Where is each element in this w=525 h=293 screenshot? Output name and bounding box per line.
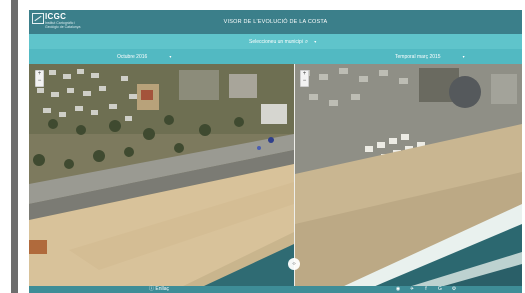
- twitter-icon[interactable]: ✈: [408, 286, 416, 293]
- google-plus-icon[interactable]: G: [436, 286, 444, 293]
- aerial-imagery: [29, 64, 522, 293]
- left-aerial-image: [29, 64, 294, 293]
- zoom-out-button[interactable]: −: [301, 78, 308, 85]
- map-compare-view[interactable]: + − + − ‹›: [29, 64, 522, 293]
- app-header: ICGC Institut Cartogràfic i Geològic de …: [29, 10, 522, 34]
- footer-link[interactable]: ⓘ Enllaç: [149, 286, 169, 293]
- date-compare-bar: Octubre 2016 ▾ Temporal març 2015 ▾: [29, 49, 522, 64]
- municipi-bar: Seleccioneu un municipi ⌕ ▾: [29, 34, 522, 49]
- right-date-dropdown[interactable]: Temporal març 2015 ▾: [395, 52, 465, 61]
- right-date-label: Temporal març 2015: [395, 54, 441, 60]
- zoom-in-button[interactable]: +: [36, 71, 43, 78]
- zoom-out-button[interactable]: −: [36, 78, 43, 85]
- right-zoom-control: + −: [300, 70, 309, 87]
- chevron-down-icon: ▾: [462, 54, 465, 59]
- zoom-in-button[interactable]: +: [301, 71, 308, 78]
- facebook-icon[interactable]: f: [422, 286, 430, 293]
- app-footer: ⓘ Enllaç ◉ ✈ f G ⚙: [29, 286, 522, 293]
- swipe-handle-icon[interactable]: ‹›: [288, 258, 300, 270]
- left-date-dropdown[interactable]: Octubre 2016 ▾: [117, 52, 171, 61]
- chevron-down-icon: ▾: [169, 54, 172, 59]
- left-scroll-stripe: [11, 0, 18, 293]
- viewer-app: ICGC Institut Cartogràfic i Geològic de …: [29, 10, 522, 293]
- app-title: VISOR DE L'EVOLUCIÓ DE LA COSTA: [223, 19, 328, 25]
- right-aerial-image: [295, 64, 522, 293]
- municipi-dropdown[interactable]: Seleccioneu un municipi ⌕ ▾: [249, 37, 316, 46]
- instagram-icon[interactable]: ◉: [394, 286, 402, 293]
- search-icon[interactable]: ⌕: [305, 39, 308, 45]
- municipi-label: Seleccioneu un municipi: [249, 39, 303, 45]
- settings-icon[interactable]: ⚙: [450, 286, 458, 293]
- chevron-down-icon: ▾: [314, 39, 317, 44]
- left-date-label: Octubre 2016: [117, 54, 148, 60]
- left-zoom-control: + −: [35, 70, 44, 87]
